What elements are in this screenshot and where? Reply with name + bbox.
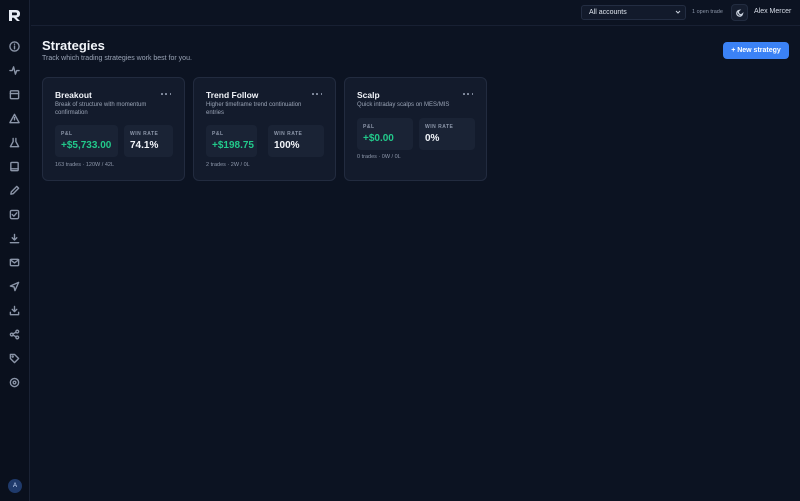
open-trades-indicator[interactable]: 1 open trade xyxy=(692,9,723,15)
win-rate-label: WIN RATE xyxy=(274,131,303,137)
win-rate-value: 0% xyxy=(425,133,440,144)
book-icon[interactable] xyxy=(7,159,21,173)
download-icon[interactable] xyxy=(7,231,21,245)
win-rate-stat: WIN RATE 74.1% xyxy=(124,125,173,157)
activity-icon[interactable] xyxy=(7,63,21,77)
trade-summary: 0 trades · 0W / 0L xyxy=(357,154,401,160)
chevron-down-icon xyxy=(675,10,681,14)
win-rate-value: 74.1% xyxy=(130,140,159,151)
alert-icon[interactable] xyxy=(7,111,21,125)
share-icon[interactable] xyxy=(7,327,21,341)
tag-icon[interactable] xyxy=(7,351,21,365)
strategy-description: Break of structure with momentum confirm… xyxy=(55,102,147,116)
account-select[interactable]: All accounts xyxy=(581,5,686,20)
strategy-name: Trend Follow xyxy=(206,90,259,100)
win-rate-stat: WIN RATE 100% xyxy=(268,125,324,157)
calendar-icon[interactable] xyxy=(7,87,21,101)
info-icon[interactable] xyxy=(7,39,21,53)
page-subtitle: Track which trading strategies work best… xyxy=(42,55,192,62)
strategy-card[interactable]: Breakout Break of structure with momentu… xyxy=(42,77,185,181)
flask-icon[interactable] xyxy=(7,135,21,149)
sidebar: A xyxy=(0,0,30,501)
win-rate-label: WIN RATE xyxy=(425,124,454,130)
pen-icon[interactable] xyxy=(7,183,21,197)
strategy-name: Scalp xyxy=(357,90,380,100)
more-options-icon[interactable] xyxy=(161,91,171,97)
mail-icon[interactable] xyxy=(7,255,21,269)
pnl-value: +$198.75 xyxy=(212,140,254,151)
pnl-label: P&L xyxy=(363,124,375,130)
import-icon[interactable] xyxy=(7,303,21,317)
app-logo[interactable] xyxy=(8,9,21,22)
trade-summary: 2 trades · 2W / 0L xyxy=(206,162,250,168)
checklist-icon[interactable] xyxy=(7,207,21,221)
new-strategy-button[interactable]: + New strategy xyxy=(723,42,789,59)
pnl-value: +$5,733.00 xyxy=(61,140,112,151)
account-select-value: All accounts xyxy=(589,9,627,16)
strategy-card[interactable]: Scalp Quick intraday scalps on MES/MIS P… xyxy=(344,77,487,181)
avatar[interactable]: A xyxy=(8,479,22,493)
pnl-stat: P&L +$5,733.00 xyxy=(55,125,118,157)
moon-icon xyxy=(735,8,744,17)
trade-summary: 163 trades · 120W / 42L xyxy=(55,162,115,168)
strategy-name: Breakout xyxy=(55,90,92,100)
win-rate-value: 100% xyxy=(274,140,300,151)
pnl-value: +$0.00 xyxy=(363,133,394,144)
pnl-label: P&L xyxy=(61,131,73,137)
page-title: Strategies xyxy=(42,38,105,53)
win-rate-label: WIN RATE xyxy=(130,131,159,137)
strategy-description: Higher timeframe trend continuation entr… xyxy=(206,102,302,116)
pnl-stat: P&L +$198.75 xyxy=(206,125,257,157)
more-options-icon[interactable] xyxy=(463,91,473,97)
pnl-stat: P&L +$0.00 xyxy=(357,118,413,150)
target-icon[interactable] xyxy=(7,375,21,389)
more-options-icon[interactable] xyxy=(312,91,322,97)
win-rate-stat: WIN RATE 0% xyxy=(419,118,475,150)
strategy-description: Quick intraday scalps on MES/MIS xyxy=(357,102,450,108)
user-name[interactable]: Alex Mercer xyxy=(754,8,791,15)
send-icon[interactable] xyxy=(7,279,21,293)
pnl-label: P&L xyxy=(212,131,224,137)
theme-toggle-button[interactable] xyxy=(731,4,748,21)
strategy-card[interactable]: Trend Follow Higher timeframe trend cont… xyxy=(193,77,336,181)
